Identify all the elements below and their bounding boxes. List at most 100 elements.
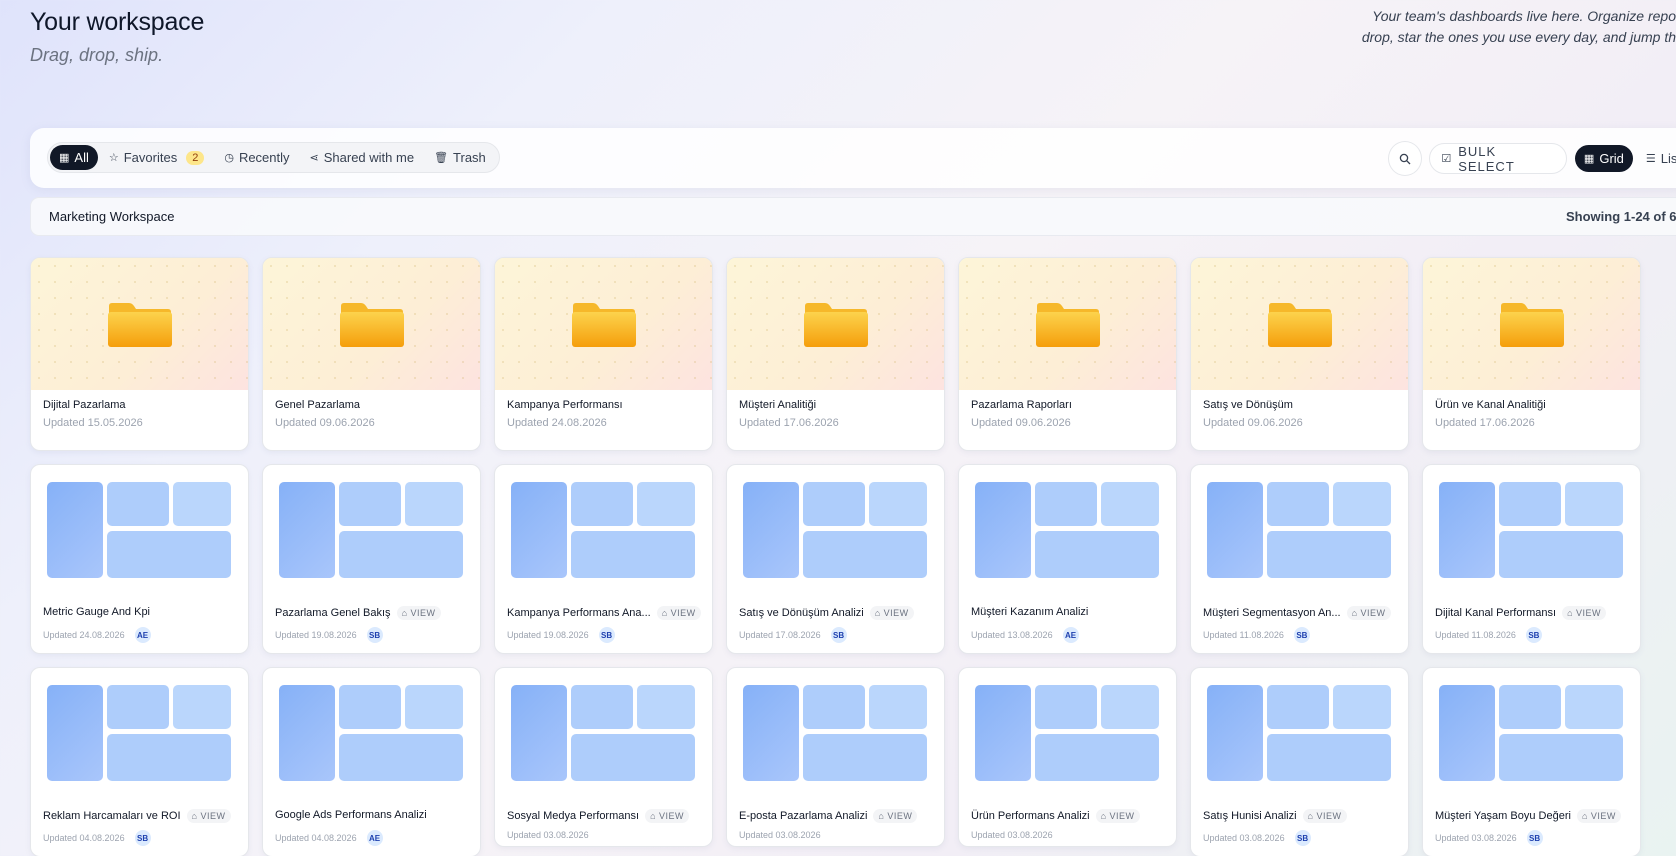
dashboard-card[interactable]: Sosyal Medya Performansı ⌂ VIEW Updated 03… [494, 667, 713, 847]
folder-updated: Updated 17.06.2026 [1435, 417, 1535, 429]
dashboard-title: Metric Gauge And Kpi [43, 606, 151, 618]
folder-name: Dijital Pazarlama [43, 399, 126, 411]
grid-icon: ▦ [1583, 153, 1595, 165]
tab-shared-with-me[interactable]: ⋖ Shared with me [301, 145, 424, 170]
view-only-badge: ⌂ VIEW [396, 606, 441, 620]
page-description: Your team's dashboards live here. Organi… [1361, 8, 1676, 45]
dashboard-updated: Updated 24.08.2026 [43, 630, 125, 640]
dashboard-card[interactable]: Kampanya Performans Ana... ⌂ VIEW Updated … [494, 464, 713, 654]
folder-updated: Updated 15.05.2026 [43, 417, 143, 429]
folder-icon [340, 303, 404, 347]
folder-updated: Updated 09.06.2026 [971, 417, 1071, 429]
folder-icon [1500, 303, 1564, 347]
folder-thumbnail [959, 258, 1176, 390]
workspace-name: Marketing Workspace [49, 209, 175, 224]
dashboard-title: Satış ve Dönüşüm Analizi [739, 607, 864, 619]
dashboard-updated: Updated 04.08.2026 [275, 833, 357, 843]
dashboard-card[interactable]: Ürün Performans Analizi ⌂ VIEW Updated 03.… [958, 667, 1177, 847]
view-list-button[interactable]: ☰ List [1637, 145, 1676, 172]
toolbar-actions: ☑ BULK SELECT ▦ Grid ☰ List [1388, 141, 1676, 176]
dashboard-title: Pazarlama Genel Bakış [275, 607, 391, 619]
folder-thumbnail [495, 258, 712, 390]
tab-trash[interactable]: 🗑︎ Trash [425, 145, 495, 170]
dashboard-thumbnail [743, 482, 929, 578]
folder-card[interactable]: Dijital Pazarlama Updated 15.05.2026 [30, 257, 249, 451]
owner-avatar: SB [1294, 830, 1311, 846]
dashboard-thumbnail [1207, 685, 1393, 781]
dashboard-card[interactable]: E-posta Pazarlama Analizi ⌂ VIEW Updated 0… [726, 667, 945, 847]
folder-updated: Updated 24.08.2026 [507, 417, 607, 429]
view-only-badge: ⌂ VIEW [1302, 809, 1347, 823]
owner-avatar: SB [830, 627, 847, 643]
folder-name: Pazarlama Raporları [971, 399, 1072, 411]
dashboard-updated: Updated 03.08.2026 [971, 830, 1053, 840]
owner-avatar: AE [366, 830, 383, 846]
pagination-summary: Showing 1-24 of 67 [1566, 209, 1676, 224]
view-grid-button[interactable]: ▦ Grid [1574, 145, 1633, 172]
folder-card[interactable]: Ürün ve Kanal Analitiği Updated 17.06.202… [1422, 257, 1641, 451]
dashboard-card[interactable]: Müşteri Yaşam Boyu Değeri ⌂ VIEW Updated 0… [1422, 667, 1641, 856]
owner-avatar: SB [1525, 627, 1542, 643]
dashboard-updated: Updated 03.08.2026 [739, 830, 821, 840]
trash-icon: 🗑︎ [434, 152, 449, 164]
dashboard-thumbnail [975, 482, 1161, 578]
dashboard-title: Müşteri Kazanım Analizi [971, 606, 1089, 618]
folder-card[interactable]: Pazarlama Raporları Updated 09.06.2026 [958, 257, 1177, 451]
view-only-badge: ⌂ VIEW [873, 809, 918, 823]
dashboard-thumbnail [1207, 482, 1393, 578]
dashboard-card[interactable]: Satış Hunisi Analizi ⌂ VIEW Updated 03.08.… [1190, 667, 1409, 856]
folder-card[interactable]: Genel Pazarlama Updated 09.06.2026 [262, 257, 481, 451]
breadcrumb: Marketing Workspace Showing 1-24 of 67 [30, 197, 1676, 236]
dashboard-card[interactable]: Pazarlama Genel Bakış ⌂ VIEW Updated 19.08… [262, 464, 481, 654]
dashboard-card[interactable]: Reklam Harcamaları ve ROI ⌂ VIEW Updated 0… [30, 667, 249, 856]
tab-all[interactable]: ▦ All [50, 145, 98, 170]
view-only-badge: ⌂ VIEW [656, 606, 701, 620]
search-button[interactable] [1388, 141, 1423, 176]
dashboard-title: Reklam Harcamaları ve ROI [43, 810, 181, 822]
folder-name: Satış ve Dönüşüm [1203, 399, 1293, 411]
folder-thumbnail [263, 258, 480, 390]
dashboard-title: Müşteri Yaşam Boyu Değeri [1435, 810, 1571, 822]
owner-avatar: SB [134, 830, 151, 846]
folder-name: Müşteri Analitiği [739, 399, 817, 411]
dashboard-card[interactable]: Metric Gauge And Kpi Updated 24.08.2026 AE [30, 464, 249, 654]
dashboard-thumbnail [1439, 685, 1625, 781]
dashboard-updated: Updated 03.08.2026 [1435, 833, 1517, 843]
dashboard-card[interactable]: Google Ads Performans Analizi Updated 04.… [262, 667, 481, 856]
view-only-badge: ⌂ VIEW [1562, 606, 1607, 620]
view-toggle: ▦ Grid ☰ List [1574, 143, 1676, 174]
folder-name: Kampanya Performansı [507, 399, 623, 411]
folder-thumbnail [1191, 258, 1408, 390]
view-only-badge: ⌂ VIEW [1576, 809, 1621, 823]
folder-updated: Updated 09.06.2026 [1203, 417, 1303, 429]
owner-avatar: SB [1526, 830, 1543, 846]
dashboard-thumbnail [279, 482, 465, 578]
dashboard-card[interactable]: Dijital Kanal Performansı ⌂ VIEW Updated 1… [1422, 464, 1641, 654]
tab-recently[interactable]: ◷ Recently [215, 145, 298, 170]
folder-updated: Updated 09.06.2026 [275, 417, 375, 429]
dashboard-thumbnail [47, 685, 233, 781]
owner-avatar: SB [598, 627, 615, 643]
folder-card[interactable]: Müşteri Analitiği Updated 17.06.2026 [726, 257, 945, 451]
folder-icon [804, 303, 868, 347]
folder-thumbnail [31, 258, 248, 390]
dashboard-thumbnail [511, 685, 697, 781]
folder-name: Genel Pazarlama [275, 399, 360, 411]
folder-icon [1036, 303, 1100, 347]
checkbox-icon: ☑ [1441, 153, 1453, 165]
dashboard-thumbnail [975, 685, 1161, 781]
page-header: Your workspace Drag, drop, ship. [30, 8, 204, 66]
dashboard-card[interactable]: Müşteri Segmentasyon An... ⌂ VIEW Updated … [1190, 464, 1409, 654]
list-icon: ☰ [1645, 153, 1656, 165]
tab-favorites[interactable]: ☆ Favorites 2 [100, 145, 213, 170]
folder-card[interactable]: Satış ve Dönüşüm Updated 09.06.2026 [1190, 257, 1409, 451]
dashboard-updated: Updated 11.08.2026 [1203, 630, 1284, 640]
owner-avatar: AE [134, 627, 151, 643]
dashboard-updated: Updated 19.08.2026 [507, 630, 589, 640]
folder-thumbnail [1423, 258, 1640, 390]
folder-card[interactable]: Kampanya Performansı Updated 24.08.2026 [494, 257, 713, 451]
dashboard-card[interactable]: Müşteri Kazanım Analizi Updated 13.08.202… [958, 464, 1177, 654]
page-title: Your workspace [30, 8, 205, 36]
bulk-select-button[interactable]: ☑ BULK SELECT [1429, 143, 1567, 174]
dashboard-card[interactable]: Satış ve Dönüşüm Analizi ⌂ VIEW Updated 17… [726, 464, 945, 654]
